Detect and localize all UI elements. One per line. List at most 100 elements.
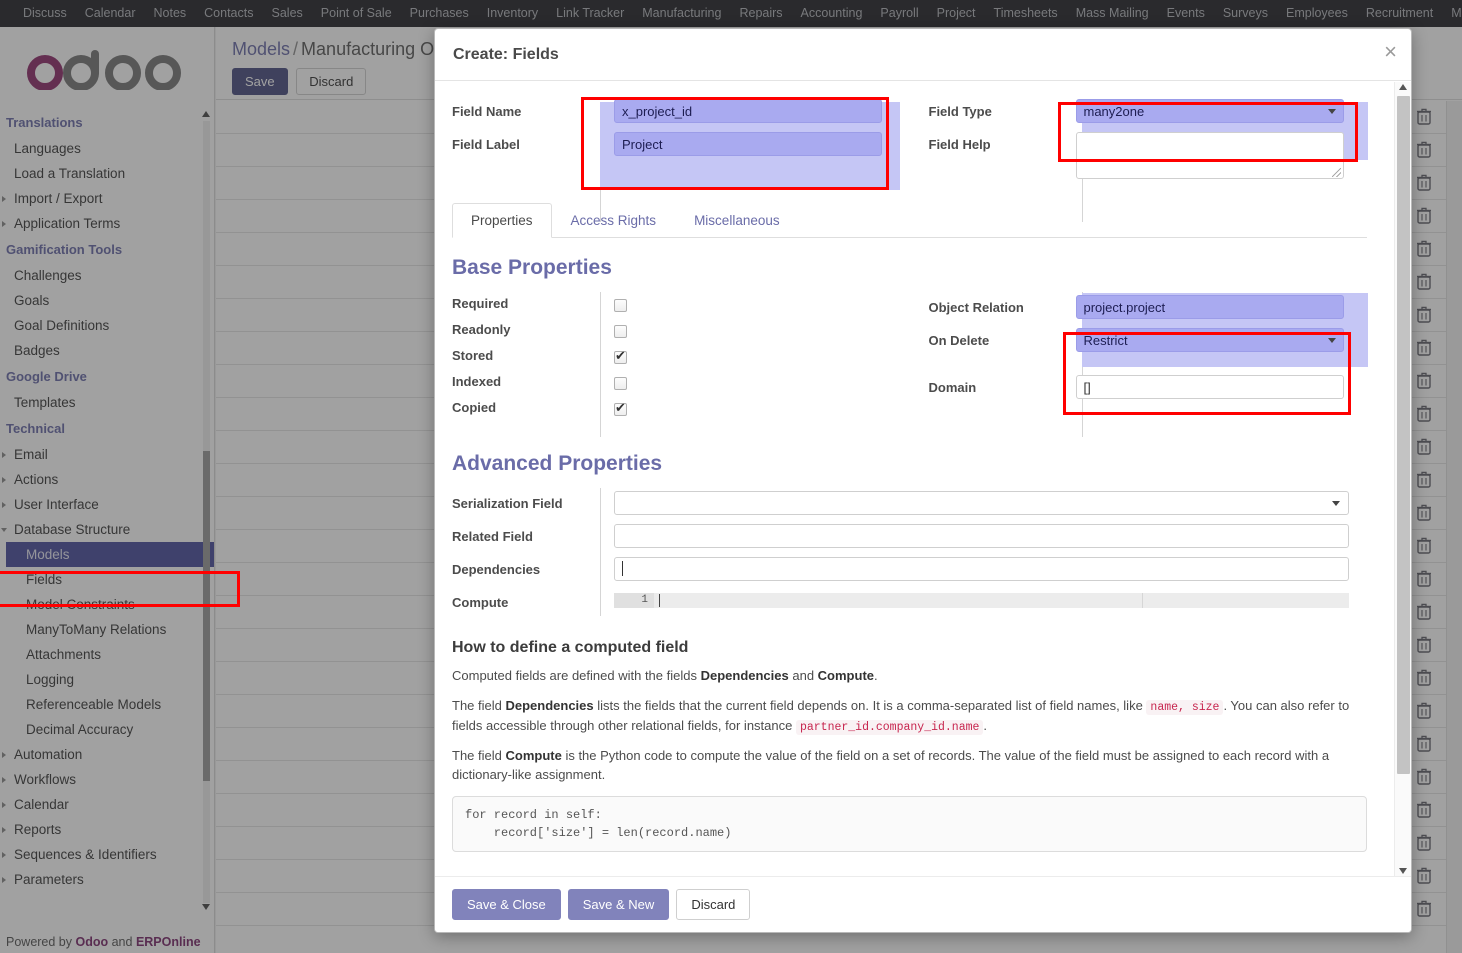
help-code-block: for record in self: record['size'] = len… (452, 795, 1367, 852)
form-right-column: Field Type many2one Field Help (910, 96, 1368, 179)
compute-label: Compute (452, 595, 509, 610)
field-name-row: Field Name (452, 96, 910, 129)
domain-value-cell (1075, 372, 1368, 399)
field-type-selected-value: many2one (1083, 104, 1145, 119)
help-p1-mid: and (788, 668, 818, 683)
readonly-value-cell (614, 318, 910, 339)
readonly-label: Readonly (452, 322, 511, 337)
checkbox-row-copied: Copied (452, 396, 910, 422)
help-heading: How to define a computed field (452, 639, 689, 656)
compute-code-editor[interactable]: 1 (614, 593, 1349, 608)
base-properties-title: Base Properties (452, 256, 612, 279)
base-right-column: Object Relation On Delete Restrict (910, 292, 1368, 422)
checkbox-row-required: Required (452, 292, 910, 318)
field-type-select[interactable]: many2one (1075, 99, 1344, 123)
help-p1-post: . (874, 668, 878, 683)
copied-checkbox[interactable] (614, 400, 627, 417)
domain-input[interactable] (1075, 375, 1344, 399)
tab-miscellaneous[interactable]: Miscellaneous (675, 203, 799, 238)
field-name-input[interactable] (614, 99, 882, 123)
help-p3-bold-compute: Compute (505, 748, 562, 764)
field-help-row: Field Help (929, 129, 1368, 179)
on-delete-selected-value: Restrict (1083, 333, 1128, 348)
readonly-checkbox[interactable] (614, 325, 627, 339)
code-cursor (659, 594, 660, 607)
dialog-scroll-thumb[interactable] (1397, 96, 1410, 774)
help-p1-pre: Computed fields are defined with the fie… (452, 668, 701, 683)
save-and-new-button[interactable]: Save & New (567, 889, 670, 920)
code-line-number: 1 (614, 593, 654, 608)
dependencies-row: Dependencies (452, 554, 1367, 587)
close-icon[interactable]: × (1384, 41, 1397, 63)
required-value-cell (614, 292, 910, 313)
chevron-down-icon (1327, 338, 1336, 343)
field-label-row: Field Label (452, 129, 910, 162)
indexed-checkbox[interactable] (614, 377, 627, 391)
indexed-value-cell (614, 370, 910, 391)
checkbox-row-readonly: Readonly (452, 318, 910, 344)
create-fields-dialog: Create: Fields × Field Name x_project_id… (434, 28, 1412, 933)
copied-value-cell (614, 396, 910, 417)
serialization-field-value-cell (614, 488, 1367, 515)
help-p1-bold-dependencies: Dependencies (700, 668, 789, 683)
compute-row: Compute 1 (452, 587, 1367, 613)
on-delete-select[interactable]: Restrict (1075, 328, 1344, 352)
help-paragraph-3: The field Compute is the Python code to … (452, 747, 1357, 785)
checkbox-row-stored: Stored (452, 344, 910, 370)
copied-label: Copied (452, 400, 497, 415)
related-field-value-cell (614, 521, 1367, 548)
object-relation-input[interactable] (1075, 295, 1344, 319)
dialog-scroll-up-icon[interactable] (1399, 84, 1407, 90)
help-paragraph-1: Computed fields are defined with the fie… (452, 667, 1357, 686)
advanced-divider (600, 488, 601, 616)
help-p1-bold-compute: Compute (817, 668, 875, 683)
field-help-value-cell (1075, 129, 1368, 179)
chevron-down-icon (1332, 501, 1340, 506)
object-relation-row: Object Relation (929, 292, 1368, 325)
dependencies-value-cell (614, 554, 1367, 581)
serialization-field-label: Serialization Field (452, 496, 563, 511)
help-p3-post: is the Python code to compute the value … (452, 748, 1330, 783)
field-label-input[interactable] (614, 132, 882, 156)
help-p2-bold-dependencies: Dependencies (505, 697, 594, 713)
dialog-scroll-content: Field Name Field Label Field Ty (435, 82, 1393, 876)
help-p2-a: lists the fields that the current field … (593, 697, 1147, 713)
help-p3-pre: The field (452, 748, 506, 764)
field-label-value-cell (614, 129, 910, 156)
dialog-tabs: Properties Access Rights Miscellaneous (452, 203, 1367, 238)
tab-properties[interactable]: Properties (452, 203, 552, 238)
field-help-textarea[interactable] (1075, 132, 1344, 179)
dependencies-input[interactable] (614, 557, 1349, 581)
domain-row: Domain (929, 372, 1368, 405)
dialog-body: Field Name Field Label Field Ty (435, 82, 1411, 876)
help-code-partner-path: partner_id.company_id.name (795, 719, 984, 735)
on-delete-label: On Delete (928, 333, 990, 348)
dialog-discard-button[interactable]: Discard (676, 889, 751, 920)
dialog-scrollbar[interactable] (1394, 82, 1411, 876)
required-label: Required (452, 296, 509, 311)
tab-access-rights[interactable]: Access Rights (552, 203, 676, 238)
domain-label: Domain (928, 380, 977, 395)
stored-checkbox[interactable] (614, 348, 627, 365)
required-checkbox[interactable] (614, 299, 627, 313)
field-help-label: Field Help (928, 137, 991, 152)
dialog-title: Create: Fields (453, 45, 559, 63)
dialog-footer: Save & Close Save & New Discard (435, 876, 1411, 932)
field-label-label: Field Label (452, 137, 520, 152)
serialization-field-select[interactable] (614, 491, 1349, 515)
field-type-label: Field Type (928, 104, 992, 119)
help-code-name-size: name, size (1146, 699, 1224, 715)
on-delete-value-cell: Restrict (1075, 325, 1368, 352)
field-type-value-cell: many2one (1075, 96, 1368, 123)
on-delete-row: On Delete Restrict (929, 325, 1368, 358)
serialization-field-row: Serialization Field (452, 488, 1367, 521)
field-definition-form: Field Name Field Label Field Ty (452, 96, 1368, 222)
save-and-close-button[interactable]: Save & Close (452, 889, 561, 920)
object-relation-label: Object Relation (928, 300, 1024, 315)
related-field-input[interactable] (614, 524, 1349, 548)
related-field-label: Related Field (452, 529, 533, 544)
field-type-row: Field Type many2one (929, 96, 1368, 129)
base-left-column: Required Readonly Stored Indexed Copied (452, 292, 910, 422)
dialog-scroll-down-icon[interactable] (1399, 868, 1407, 874)
base-properties-form: Required Readonly Stored Indexed Copied Obje… (452, 292, 1368, 437)
